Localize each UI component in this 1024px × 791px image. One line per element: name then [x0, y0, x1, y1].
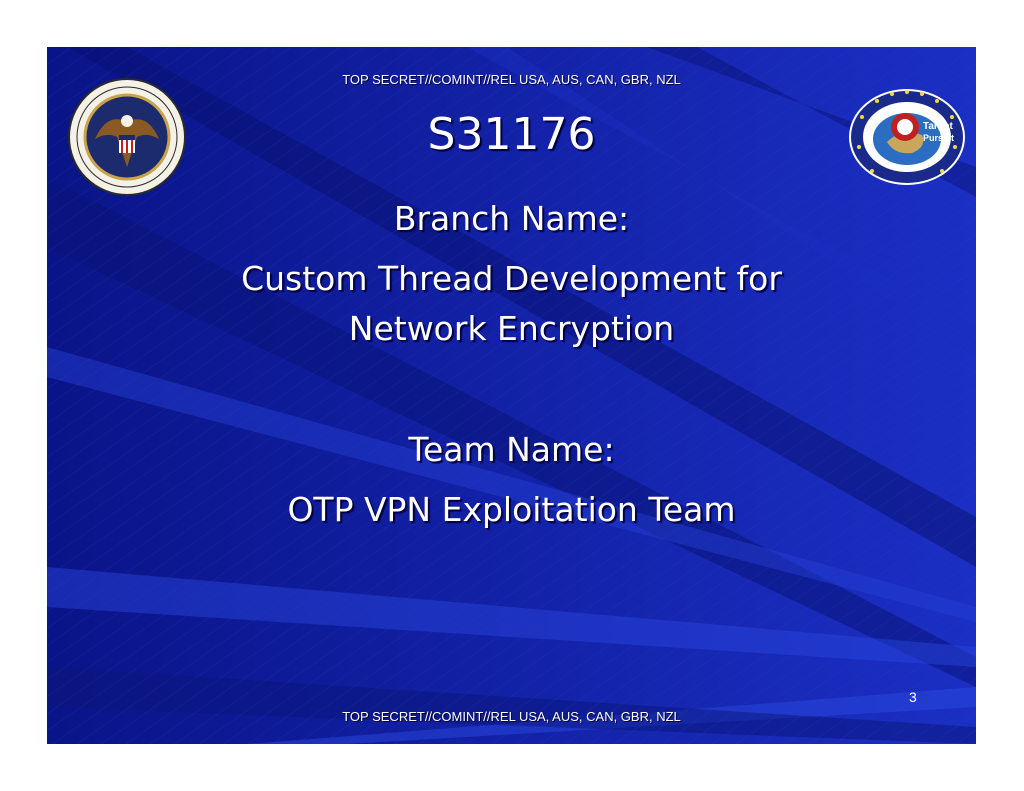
- team-label: Team Name:: [408, 430, 615, 469]
- slide: Target Pursuit TOP SECRET//COMINT//REL U…: [47, 47, 976, 744]
- classification-banner-bottom: TOP SECRET//COMINT//REL USA, AUS, CAN, G…: [342, 709, 681, 724]
- branch-name-line2: Network Encryption: [348, 309, 675, 348]
- page-number: 3: [909, 689, 917, 705]
- branch-label: Branch Name:: [393, 199, 630, 238]
- classification-banner-top: TOP SECRET//COMINT//REL USA, AUS, CAN, G…: [342, 72, 681, 87]
- team-name: OTP VPN Exploitation Team: [287, 490, 736, 529]
- branch-name-line1: Custom Thread Development for: [241, 259, 782, 298]
- slide-title: S31176: [427, 109, 596, 160]
